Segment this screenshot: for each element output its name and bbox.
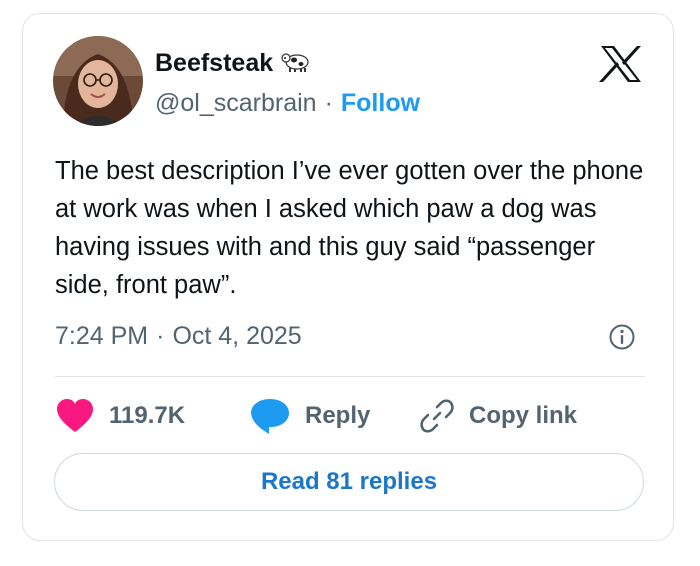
- copy-link-button[interactable]: Copy link: [419, 394, 577, 438]
- x-logo-icon[interactable]: [599, 44, 643, 84]
- author-display-name[interactable]: Beefsteak: [155, 49, 273, 78]
- avatar-image: [53, 36, 143, 126]
- cow-icon: [281, 49, 311, 78]
- avatar[interactable]: [53, 36, 143, 126]
- tweet-timestamp[interactable]: 7:24 PM · Oct 4, 2025: [55, 319, 302, 353]
- info-icon[interactable]: [608, 323, 636, 351]
- reply-bubble-icon: [249, 397, 291, 435]
- read-replies-button[interactable]: Read 81 replies: [54, 453, 644, 511]
- copy-link-label: Copy link: [469, 402, 578, 429]
- reply-label: Reply: [305, 402, 371, 429]
- author-handle-row: @ol_scarbrain · Follow: [155, 86, 420, 120]
- tweet-text: The best description I’ve ever gotten ov…: [55, 157, 644, 299]
- timestamp-separator: ·: [156, 321, 165, 350]
- reply-button[interactable]: Reply: [249, 394, 370, 438]
- tweet-card: Beefsteak @ol_scarbrain · Follow The bes…: [22, 13, 674, 541]
- author-handle[interactable]: @ol_scarbrain: [155, 89, 317, 118]
- author-name-row: Beefsteak: [155, 46, 311, 80]
- like-button[interactable]: 119.7K: [55, 394, 185, 438]
- tweet-time: 7:24 PM: [55, 321, 149, 350]
- tweet-date: Oct 4, 2025: [172, 321, 302, 350]
- heart-icon: [55, 398, 95, 434]
- follow-button[interactable]: Follow: [341, 89, 420, 118]
- handle-separator: ·: [324, 88, 333, 117]
- divider: [55, 376, 645, 377]
- link-icon: [419, 398, 455, 434]
- like-count: 119.7K: [109, 402, 186, 429]
